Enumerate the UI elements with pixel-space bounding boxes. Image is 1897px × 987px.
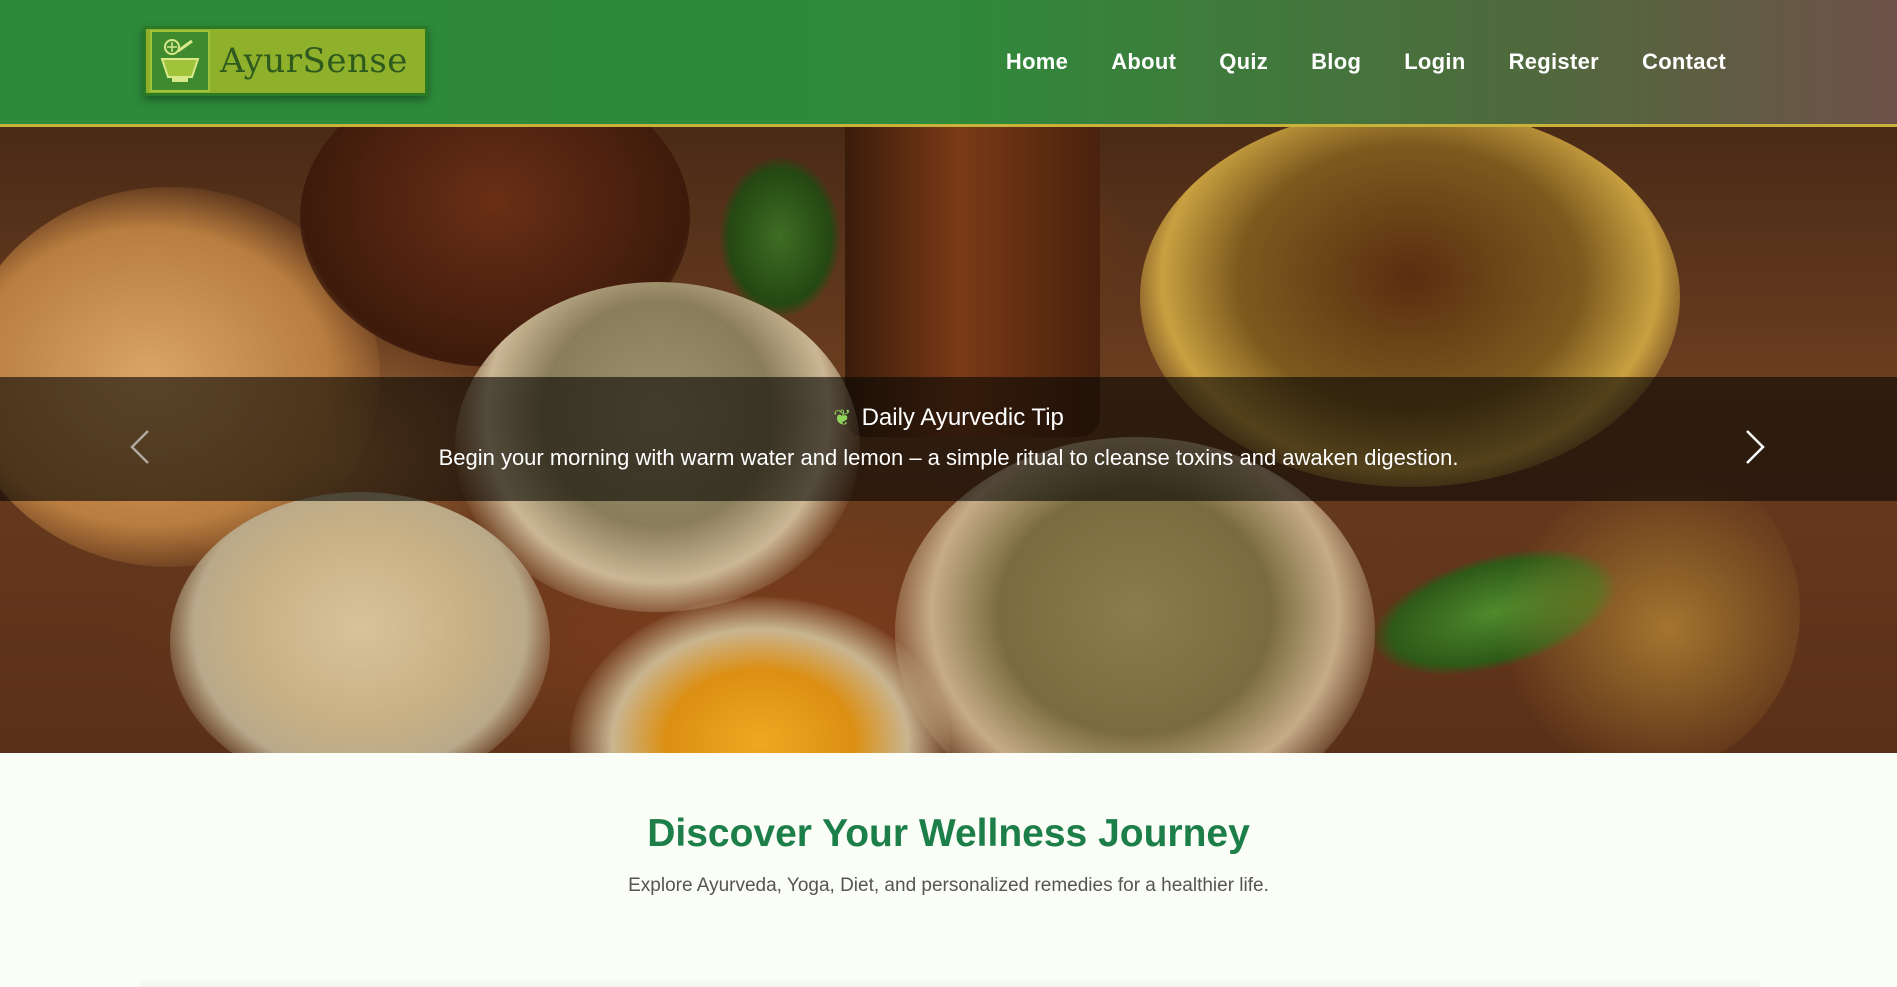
nav-register[interactable]: Register	[1509, 49, 1599, 75]
chevron-right-icon	[1746, 430, 1765, 464]
nav-contact[interactable]: Contact	[1642, 49, 1726, 75]
tip-title-text: Daily Ayurvedic Tip	[861, 404, 1064, 431]
nav-home[interactable]: Home	[1006, 49, 1068, 75]
brand-name: AyurSense	[220, 41, 408, 81]
leaf-icon: ❦	[833, 405, 852, 430]
nav-login[interactable]: Login	[1404, 49, 1465, 75]
section-title: Discover Your Wellness Journey	[647, 812, 1250, 855]
tip-caption-band	[0, 377, 1897, 501]
chevron-left-icon	[130, 430, 149, 464]
brand-logo[interactable]: AyurSense	[143, 26, 428, 96]
mortar-pestle-icon	[150, 30, 210, 92]
tip-title: ❦ Daily Ayurvedic Tip	[0, 404, 1897, 432]
carousel-prev-button[interactable]	[120, 417, 160, 477]
hero-carousel: ❦ Daily Ayurvedic Tip Begin your morning …	[0, 127, 1897, 753]
nav-quiz[interactable]: Quiz	[1219, 49, 1268, 75]
carousel-next-button[interactable]	[1735, 417, 1775, 477]
main-nav: Home About Quiz Blog Login Register Cont…	[963, 49, 1726, 75]
tip-text: Begin your morning with warm water and l…	[438, 445, 1459, 470]
cards-edge	[140, 978, 1760, 987]
nav-blog[interactable]: Blog	[1311, 49, 1361, 75]
nav-about[interactable]: About	[1111, 49, 1176, 75]
navbar: AyurSense Home About Quiz Blog Login Reg…	[0, 0, 1897, 127]
section-subtitle: Explore Ayurveda, Yoga, Diet, and person…	[628, 875, 1269, 896]
